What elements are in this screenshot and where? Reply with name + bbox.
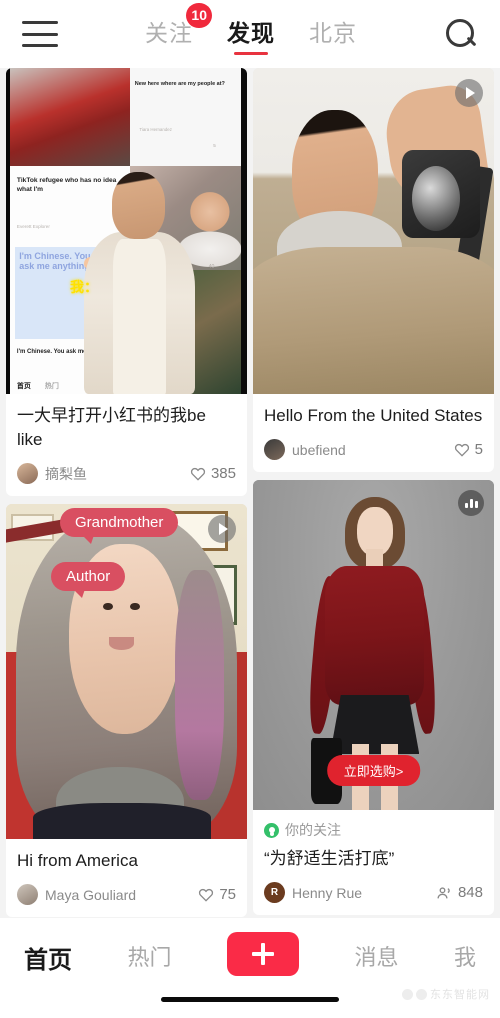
feed-grid: I'm Chinese. You can ask me anything New… [0, 68, 500, 918]
shop-now-button[interactable]: 立即选购> [326, 755, 421, 787]
like-count: 5 [474, 441, 483, 459]
avatar[interactable] [264, 439, 285, 461]
person-circle-icon [264, 822, 279, 838]
tab-beijing[interactable]: 北京 [309, 14, 357, 55]
follow-label: 你的关注 [285, 822, 341, 839]
bottom-navigation-bar: 首页 热门 消息 我 东东智能网 [0, 918, 500, 1018]
card-author[interactable]: Henny Rue [292, 885, 436, 901]
tab-beijing-label: 北京 [309, 19, 357, 46]
nested-nav-2: 热门 [44, 382, 59, 390]
app-root: 关注 10 发现 北京 I'm Chinese. You can ask me … [0, 0, 500, 1018]
card-title: Hello From the United States [264, 406, 483, 425]
heart-icon [199, 888, 214, 902]
avatar[interactable] [17, 884, 38, 906]
card-author[interactable]: 摘梨鱼 [45, 464, 190, 484]
card-body: 你的关注 “为舒适生活打底” R Henny Rue 848 [253, 810, 494, 915]
nested-overlay-text: 我： [70, 278, 99, 295]
play-icon[interactable] [455, 79, 483, 107]
feed-card[interactable]: Grandmother Author Hi from America Maya … [6, 504, 247, 918]
home-indicator [161, 997, 339, 1002]
watermark: 东东智能网 [402, 986, 490, 1002]
top-tabs: 关注 10 发现 北京 [58, 2, 444, 55]
card-title: Hi from America [17, 851, 138, 871]
card-media[interactable] [253, 68, 494, 394]
card-footer: ubefiend 5 [264, 439, 483, 461]
card-body: Hi from America Maya Gouliard 75 [6, 839, 247, 917]
feed-column-right: Hello From the United States ubefiend 5 [253, 68, 494, 917]
tab-discover-label: 发现 [227, 19, 275, 46]
heart-icon [190, 467, 206, 481]
nested-author-0: Tiara Hernandez [139, 126, 172, 132]
avatar[interactable]: R [264, 882, 285, 904]
watermark-logo-icon [402, 988, 413, 1000]
hamburger-menu-icon[interactable] [22, 21, 58, 47]
nested-foreground-person [82, 172, 198, 394]
tab-follow-badge: 10 [186, 2, 212, 28]
nested-headline-1: New here where are my people at? [134, 81, 225, 88]
bottom-nav-messages[interactable]: 消息 [354, 932, 398, 972]
like-counter[interactable]: 385 [190, 465, 236, 482]
card-media[interactable]: Grandmother Author [6, 504, 247, 840]
tab-discover[interactable]: 发现 [227, 14, 275, 55]
feed-card[interactable]: Hello From the United States ubefiend 5 [253, 68, 494, 473]
watermark-logo-icon-2 [416, 988, 427, 1000]
nested-nav-1: 首页 [16, 382, 31, 390]
card-image [6, 504, 247, 840]
card-footer: 摘梨鱼 385 [17, 463, 236, 485]
feed-column-left: I'm Chinese. You can ask me anything New… [6, 68, 247, 918]
nested-bottom-nav: 首页 热门 [17, 381, 59, 391]
search-icon[interactable] [444, 17, 478, 51]
follow-label-row: 你的关注 [264, 820, 483, 840]
card-image [253, 68, 494, 394]
avatar[interactable] [17, 463, 38, 485]
like-count: 385 [210, 465, 236, 483]
bottom-nav-profile[interactable]: 我 [454, 932, 476, 972]
card-author[interactable]: Maya Gouliard [45, 887, 198, 903]
tab-follow[interactable]: 关注 10 [145, 2, 212, 55]
nested-like-1: 40 [208, 263, 215, 270]
card-body: 一大早打开小红书的我be like 摘梨鱼 385 [6, 394, 247, 496]
top-navigation-bar: 关注 10 发现 北京 [0, 0, 500, 68]
people-icon [437, 887, 450, 899]
bottom-nav-trending[interactable]: 热门 [127, 932, 171, 972]
create-post-button[interactable] [226, 932, 299, 976]
bar-chart-icon[interactable] [458, 490, 484, 517]
viewer-counter[interactable]: 848 [436, 884, 483, 901]
nested-author-1: Everett Explorer [16, 224, 50, 230]
heart-icon [454, 443, 469, 457]
card-title: 一大早打开小红书的我be like [17, 406, 206, 450]
card-footer: R Henny Rue 848 [264, 882, 483, 904]
nested-like-0: 5 [213, 142, 216, 148]
card-media[interactable]: 立即选购> [253, 480, 494, 811]
tag-grandmother: Grandmother [60, 508, 179, 545]
feed-card[interactable]: I'm Chinese. You can ask me anything New… [6, 68, 247, 497]
card-author[interactable]: ubefiend [292, 442, 454, 458]
like-counter[interactable]: 75 [198, 886, 236, 903]
like-counter[interactable]: 5 [454, 441, 483, 458]
card-title: “为舒适生活打底” [264, 849, 395, 869]
tag-author: Author [51, 562, 126, 599]
viewer-count: 848 [457, 884, 483, 902]
like-count: 75 [219, 886, 236, 904]
tab-follow-label: 关注 [145, 19, 193, 46]
watermark-text: 东东智能网 [430, 989, 490, 1001]
feed-card[interactable]: 立即选购> 你的关注 “为舒适生活打底” R Henny Rue 848 [253, 480, 494, 916]
bottom-nav-home[interactable]: 首页 [24, 932, 72, 975]
nested-screenshot-image: I'm Chinese. You can ask me anything New… [6, 68, 247, 394]
card-media[interactable]: I'm Chinese. You can ask me anything New… [6, 68, 247, 394]
card-body: Hello From the United States ubefiend 5 [253, 394, 494, 472]
card-footer: Maya Gouliard 75 [17, 884, 236, 906]
